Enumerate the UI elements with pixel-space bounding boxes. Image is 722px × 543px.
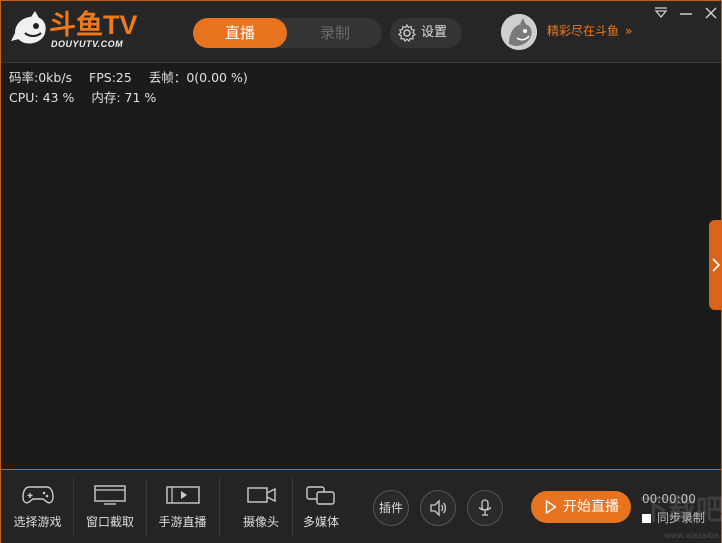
mobile-live-button[interactable]: 手游直播 [146,470,219,543]
app-window: 斗鱼TV DOUYUTV.COM 直播 录制 设置 精彩尽在斗鱼 » 码率:0kb… [0,0,722,543]
camera-icon [247,487,276,503]
gamepad-icon [22,486,54,504]
multimedia-label: 多媒体 [302,515,339,529]
side-panel-toggle[interactable] [709,220,722,310]
avatar[interactable] [501,14,537,50]
dropped-frames-stat: 丢帧：0(0.00 %) [148,70,248,85]
microphone-button[interactable] [467,490,503,526]
mode-switch: 直播 录制 [193,18,382,48]
volume-button[interactable] [420,490,456,526]
promo-link[interactable]: 精彩尽在斗鱼 » [547,22,632,39]
multimedia-icon [306,486,335,505]
fish-logo-icon [11,11,46,44]
speaker-icon [430,499,447,517]
microphone-icon [478,499,492,516]
monitor-icon [94,485,126,505]
select-game-label: 选择游戏 [13,515,62,529]
bottom-toolbar: 选择游戏 窗口截取 手游直播 摄像头 多媒体 插件 开始直播 00:00:00 … [1,469,721,543]
start-live-label: 开始直播 [563,499,619,515]
settings-label: 设置 [421,25,448,40]
tab-live[interactable]: 直播 [193,18,287,48]
mobile-live-label: 手游直播 [158,515,207,529]
minimize-icon[interactable] [676,5,696,21]
settings-button[interactable]: 设置 [390,18,462,48]
live-timer: 00:00:00 [642,492,696,506]
title-bar: 斗鱼TV DOUYUTV.COM 直播 录制 设置 精彩尽在斗鱼 » [1,1,721,63]
start-live-button[interactable]: 开始直播 [531,491,631,523]
preview-area: 码率:0kb/s FPS:25 丢帧：0(0.00 %) CPU: 43 % 内… [1,63,722,468]
window-capture-button[interactable]: 窗口截取 [74,470,146,543]
memory-stat: 内存: 71 % [91,90,157,105]
promo-text: 精彩尽在斗鱼 [547,24,620,38]
checkbox-icon [642,514,651,523]
chevron-right-icon [712,258,720,272]
camera-button[interactable]: 摄像头 [229,470,293,543]
cpu-stat: CPU: 43 % [9,90,75,105]
sync-record-checkbox[interactable]: 同步录制 [642,509,705,526]
camera-label: 摄像头 [242,515,279,529]
logo-text: 斗鱼TV [49,10,138,40]
bitrate-stat: 码率:0kb/s [9,70,73,85]
video-play-icon [166,486,200,504]
douyu-logo: 斗鱼TV DOUYUTV.COM [11,9,146,51]
toolbar-divider [219,478,220,536]
play-icon [545,500,557,514]
stream-stats: 码率:0kb/s FPS:25 丢帧：0(0.00 %) CPU: 43 % 内… [9,68,261,108]
logo-subtext: DOUYUTV.COM [51,39,124,49]
dropdown-menu-icon[interactable] [651,5,671,21]
select-game-button[interactable]: 选择游戏 [1,470,74,543]
close-icon[interactable] [701,5,721,21]
multimedia-button[interactable]: 多媒体 [292,470,350,543]
gear-icon [398,24,416,42]
plugins-label: 插件 [378,501,403,515]
sync-record-label: 同步录制 [657,511,706,525]
tab-record[interactable]: 录制 [288,18,382,48]
double-chevron-right-icon: » [625,24,633,38]
window-capture-label: 窗口截取 [85,515,134,529]
plugins-button[interactable]: 插件 [373,490,409,526]
fps-stat: FPS:25 [89,70,132,85]
user-avatar-icon [501,14,537,50]
